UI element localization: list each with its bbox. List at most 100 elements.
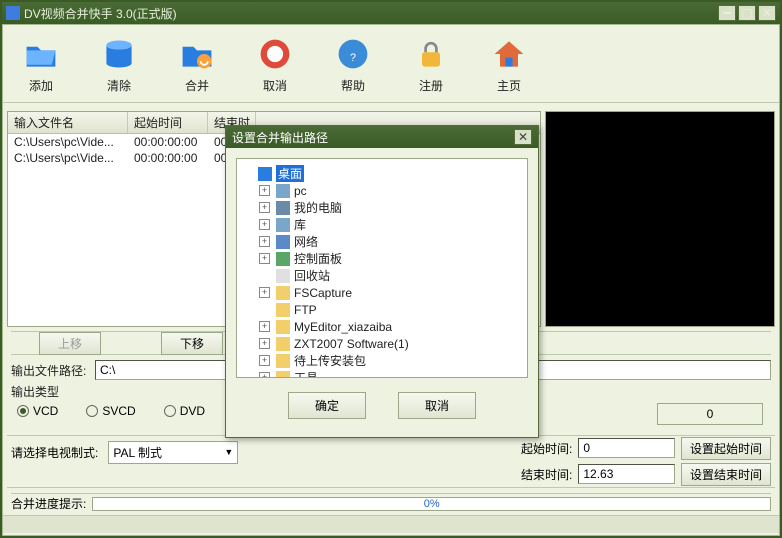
cancel-button[interactable]: 取消 bbox=[245, 34, 305, 94]
radio-dvd[interactable]: DVD bbox=[164, 404, 205, 418]
move-up-button[interactable]: 上移 bbox=[39, 332, 101, 355]
tree-label: FSCapture bbox=[294, 286, 352, 300]
dialog-titlebar[interactable]: 设置合并输出路径 ✕ bbox=[226, 126, 538, 148]
tree-label: 回收站 bbox=[294, 267, 330, 284]
tree-node[interactable]: + ZXT2007 Software(1) bbox=[241, 335, 523, 352]
tree-label: FTP bbox=[294, 303, 317, 317]
chevron-down-icon: ▼ bbox=[224, 447, 233, 457]
radio-svcd[interactable]: SVCD bbox=[86, 404, 135, 418]
tree-node[interactable]: + 我的电脑 bbox=[241, 199, 523, 216]
help-icon: ? bbox=[333, 34, 373, 74]
folder-icon bbox=[276, 337, 290, 351]
expand-icon[interactable]: + bbox=[259, 355, 270, 366]
tv-system-select[interactable]: PAL 制式 ▼ bbox=[108, 441, 238, 464]
clear-button[interactable]: 清除 bbox=[89, 34, 149, 94]
tree-node[interactable]: +库 bbox=[241, 216, 523, 233]
minimize-button[interactable]: ━ bbox=[718, 5, 736, 21]
preview-panel bbox=[545, 111, 775, 327]
tv-system-label: 请选择电视制式: bbox=[11, 444, 98, 461]
counter-display: 0 bbox=[657, 403, 763, 425]
radio-icon bbox=[86, 405, 98, 417]
start-time-input[interactable]: 0 bbox=[578, 438, 675, 458]
set-start-button[interactable]: 设置起始时间 bbox=[681, 437, 771, 460]
home-icon bbox=[489, 34, 529, 74]
start-time-label: 起始时间: bbox=[521, 440, 572, 457]
column-header[interactable]: 输入文件名 bbox=[8, 112, 128, 133]
tree-label: 网络 bbox=[294, 233, 318, 250]
recycle-icon bbox=[276, 269, 290, 283]
move-down-button[interactable]: 下移 bbox=[161, 332, 223, 355]
end-time-label: 结束时间: bbox=[521, 466, 572, 483]
merge-button[interactable]: 合并 bbox=[167, 34, 227, 94]
tree-label: MyEditor_xiazaiba bbox=[294, 320, 392, 334]
add-button[interactable]: 添加 bbox=[11, 34, 71, 94]
folder-tree[interactable]: 桌面+pc+我的电脑+库+网络+控制面板回收站+FSCaptureFTP+MyE… bbox=[236, 158, 528, 378]
radio-vcd[interactable]: VCD bbox=[17, 404, 58, 418]
tree-label: 桌面 bbox=[276, 165, 304, 182]
close-button[interactable]: ✕ bbox=[758, 5, 776, 21]
tree-node[interactable]: 桌面 bbox=[241, 165, 523, 182]
column-header[interactable]: 起始时间 bbox=[128, 112, 208, 133]
help-button[interactable]: ? 帮助 bbox=[323, 34, 383, 94]
end-time-input[interactable]: 12.63 bbox=[578, 464, 675, 484]
user-icon bbox=[276, 184, 290, 198]
svg-text:?: ? bbox=[350, 52, 356, 64]
expand-icon[interactable]: + bbox=[259, 338, 270, 349]
titlebar[interactable]: DV视频合并快手 3.0(正式版) ━ ▢ ✕ bbox=[2, 2, 780, 24]
output-path-label: 输出文件路径: bbox=[11, 362, 91, 379]
folder-icon bbox=[276, 286, 290, 300]
folder-refresh-icon bbox=[177, 34, 217, 74]
progress-percent: 0% bbox=[424, 498, 440, 510]
radio-icon bbox=[164, 405, 176, 417]
progress-bar: 0% bbox=[92, 497, 771, 511]
lib-icon bbox=[276, 218, 290, 232]
stop-icon bbox=[255, 34, 295, 74]
window-title: DV视频合并快手 3.0(正式版) bbox=[24, 5, 716, 22]
dialog-cancel-button[interactable]: 取消 bbox=[398, 392, 476, 419]
tree-node[interactable]: 回收站 bbox=[241, 267, 523, 284]
folder-icon bbox=[276, 371, 290, 379]
app-icon bbox=[6, 6, 20, 20]
computer-icon bbox=[276, 201, 290, 215]
database-blue-icon bbox=[99, 34, 139, 74]
expand-icon[interactable]: + bbox=[259, 236, 270, 247]
folder-open-icon bbox=[21, 34, 61, 74]
set-end-button[interactable]: 设置结束时间 bbox=[681, 463, 771, 486]
dialog-close-button[interactable]: ✕ bbox=[514, 129, 532, 145]
expand-icon[interactable]: + bbox=[259, 219, 270, 230]
dialog-title: 设置合并输出路径 bbox=[232, 129, 514, 146]
panel-icon bbox=[276, 252, 290, 266]
expand-icon[interactable]: + bbox=[259, 185, 270, 196]
tree-node[interactable]: FTP bbox=[241, 301, 523, 318]
progress-label: 合并进度提示: bbox=[11, 495, 86, 512]
tree-label: 库 bbox=[294, 216, 306, 233]
register-button[interactable]: 注册 bbox=[401, 34, 461, 94]
divider bbox=[7, 487, 775, 488]
lock-icon bbox=[411, 34, 451, 74]
expand-icon[interactable]: + bbox=[259, 287, 270, 298]
content-area: 添加 清除 合并 取消 ? 帮助 注册 bbox=[2, 24, 780, 536]
maximize-button[interactable]: ▢ bbox=[738, 5, 756, 21]
tree-node[interactable]: + MyEditor_xiazaiba bbox=[241, 318, 523, 335]
folder-icon bbox=[276, 354, 290, 368]
tree-node[interactable]: + 待上传安装包 bbox=[241, 352, 523, 369]
tree-label: 待上传安装包 bbox=[294, 352, 366, 369]
radio-icon bbox=[17, 405, 29, 417]
tree-label: 工具 bbox=[294, 369, 318, 378]
expand-icon[interactable]: + bbox=[259, 202, 270, 213]
expand-icon[interactable]: + bbox=[259, 321, 270, 332]
tree-node[interactable]: + FSCapture bbox=[241, 284, 523, 301]
status-bar bbox=[3, 515, 779, 533]
folder-icon bbox=[276, 303, 290, 317]
tree-node[interactable]: +pc bbox=[241, 182, 523, 199]
expand-icon[interactable]: + bbox=[259, 253, 270, 264]
home-button[interactable]: 主页 bbox=[479, 34, 539, 94]
dialog-ok-button[interactable]: 确定 bbox=[288, 392, 366, 419]
tree-node[interactable]: + 网络 bbox=[241, 233, 523, 250]
desktop-icon bbox=[258, 167, 272, 181]
tree-node[interactable]: +工具 bbox=[241, 369, 523, 378]
folder-icon bbox=[276, 320, 290, 334]
tree-label: 我的电脑 bbox=[294, 199, 342, 216]
tree-label: ZXT2007 Software(1) bbox=[294, 337, 409, 351]
tree-node[interactable]: +控制面板 bbox=[241, 250, 523, 267]
